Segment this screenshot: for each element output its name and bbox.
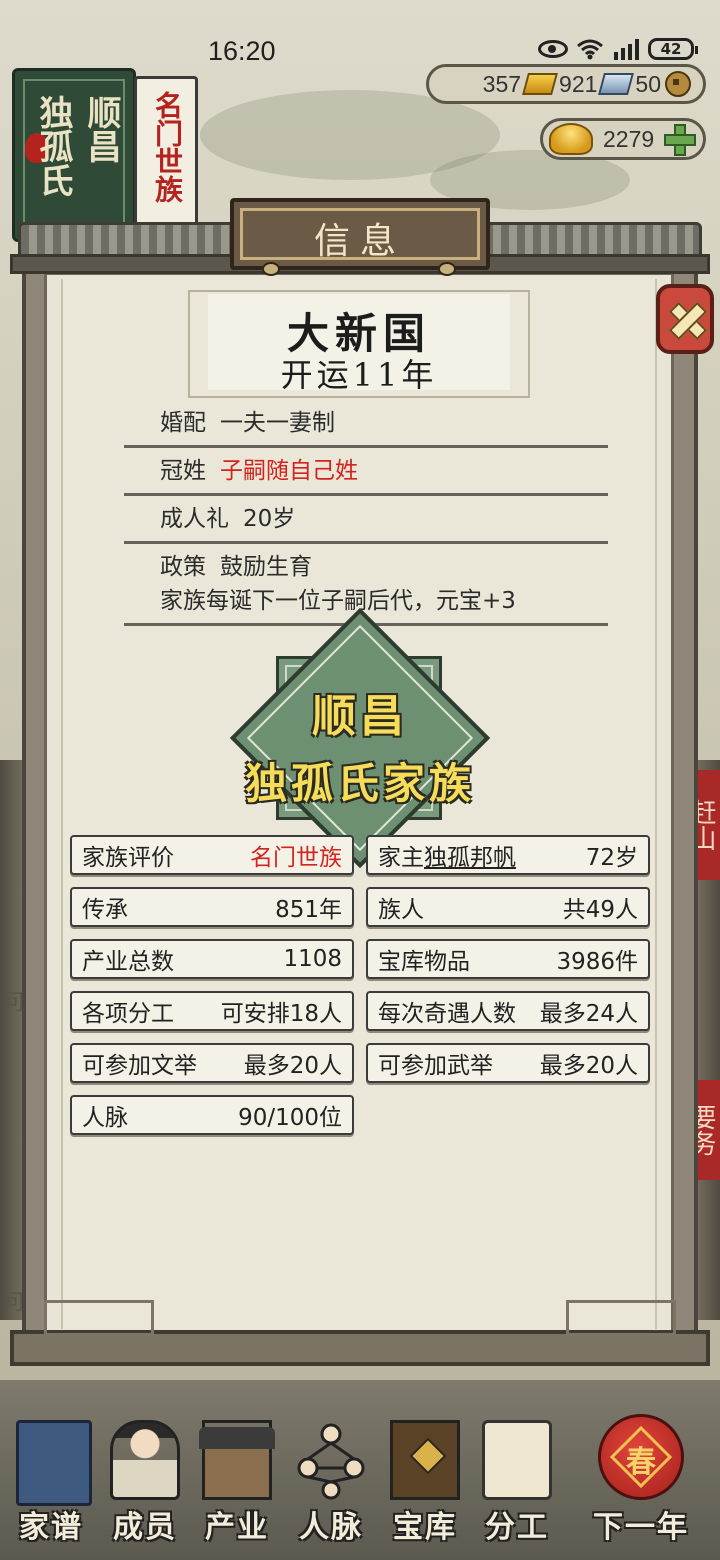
stat-clan-head: 家主独孤邦帆 72岁 (366, 835, 650, 875)
coin-count: 50 (635, 70, 661, 97)
stat-industry-total: 产业总数 1108 (70, 939, 354, 979)
nav-members[interactable]: 成员 (100, 1420, 190, 1545)
country-plate: 大新国 开运11年 (188, 290, 530, 398)
nail-decoration (262, 262, 280, 276)
book-icon (16, 1420, 92, 1506)
corner-decoration (566, 1300, 676, 1336)
nav-network[interactable]: 人脉 (286, 1420, 376, 1545)
info-row-surname: 冠姓 子嗣随自己姓 (124, 452, 608, 496)
eye-icon (538, 40, 568, 58)
dialog-title: 信息 (313, 221, 406, 262)
nail-decoration (438, 262, 456, 276)
coin-icon (665, 71, 691, 97)
treasure-chest-icon (390, 1420, 460, 1500)
stat-military-exam: 可参加武举 最多20人 (366, 1043, 650, 1083)
currency-bar[interactable]: 357 921 50 (426, 64, 706, 104)
family-clan: 独孤氏 (33, 95, 73, 197)
nav-industry[interactable]: 产业 (192, 1420, 282, 1545)
silver-bar-icon (598, 73, 635, 95)
shop-icon (199, 1420, 275, 1500)
gold-count: 357 (482, 70, 522, 97)
yuanbao-count: 2279 (603, 125, 655, 152)
nav-next-year[interactable]: 春 下一年 (576, 1414, 706, 1545)
wifi-icon (577, 39, 603, 60)
clan-head-name-link[interactable]: 独孤邦帆 (424, 845, 516, 871)
emblem-clan: 独孤氏家族 (244, 759, 475, 808)
corner-decoration (44, 1300, 154, 1336)
stat-legacy: 传承 851年 (70, 887, 354, 927)
info-row-marriage: 婚配 一夫一妻制 (124, 404, 608, 448)
nav-treasury[interactable]: 宝库 (380, 1420, 470, 1545)
family-rank: 名门世族 (151, 91, 184, 203)
person-icon (110, 1420, 180, 1500)
nav-work[interactable]: 分工 (472, 1420, 562, 1545)
stat-civil-exam: 可参加文举 最多20人 (70, 1043, 354, 1083)
stat-work-assignment: 各项分工 可安排18人 (70, 991, 354, 1031)
status-icons: 42 (538, 38, 698, 60)
yuanbao-bar[interactable]: 2279 (540, 118, 706, 160)
family-place: 顺昌 (81, 95, 121, 163)
era-year: 开运11年 (280, 356, 438, 394)
silver-count: 921 (559, 70, 598, 97)
dialog-title-plate: 信息 (230, 198, 490, 270)
stat-family-rating: 家族评价 名门世族 (70, 835, 354, 875)
stat-network: 人脉 90/100位 (70, 1095, 354, 1135)
scroll-icon (482, 1420, 552, 1500)
family-rank-plate: 名门世族 (134, 76, 198, 232)
close-button[interactable] (656, 284, 714, 354)
battery-icon: 42 (648, 38, 698, 60)
ingot-icon (549, 123, 593, 155)
signal-icon (614, 39, 639, 60)
info-row-coming-of-age: 成人礼 20岁 (124, 500, 608, 544)
policy-note: 家族每诞下一位子嗣后代，元宝+3 (160, 588, 516, 614)
lantern-icon: 春 (598, 1414, 684, 1500)
add-yuanbao-icon[interactable] (664, 124, 697, 156)
network-icon (297, 1423, 365, 1500)
gold-bar-icon (522, 73, 558, 95)
stat-members: 族人 共49人 (366, 887, 650, 927)
stat-treasury-items: 宝库物品 3986件 (366, 939, 650, 979)
stat-encounter: 每次奇遇人数 最多24人 (366, 991, 650, 1031)
nav-genealogy[interactable]: 家谱 (6, 1420, 96, 1545)
emblem-place: 顺昌 (312, 691, 408, 742)
status-time: 16:20 (208, 36, 276, 66)
